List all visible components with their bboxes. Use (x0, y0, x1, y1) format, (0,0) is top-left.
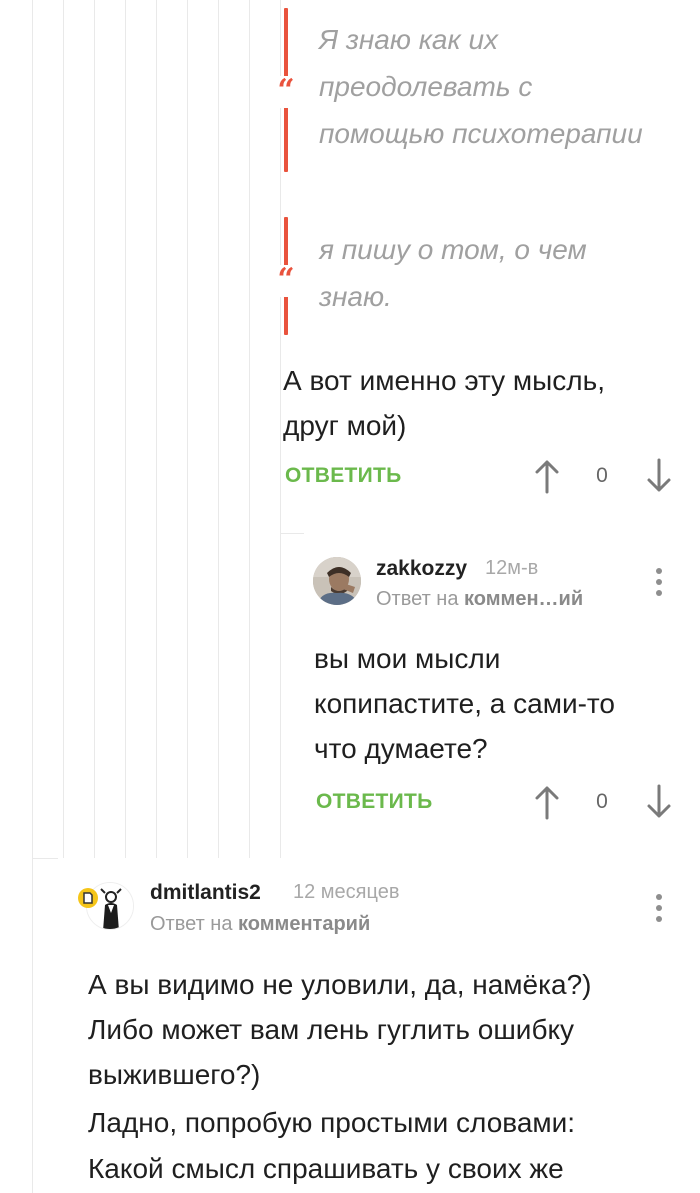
downvote-button[interactable] (644, 456, 674, 496)
thread-line (249, 0, 250, 858)
comment-time: 12 месяцев (293, 881, 400, 903)
comment-body-line: Либо может вам лень гуглить ошибку (88, 1014, 575, 1045)
quote-text-line: преодолевать с (319, 71, 533, 102)
thread-line (32, 0, 33, 1193)
comment-body-line: копипастите, а сами-то (314, 688, 615, 719)
author-name[interactable]: dmitlantis2 (150, 881, 261, 905)
reply-to-link[interactable]: коммен…ий (464, 588, 583, 610)
reply-button[interactable]: ОТВЕТИТЬ (285, 464, 402, 488)
downvote-button[interactable] (644, 782, 674, 822)
upvote-button[interactable] (532, 456, 562, 496)
reply-to-link[interactable]: комментарий (238, 913, 370, 935)
arrow-down-icon (647, 458, 671, 492)
comment-body-line: А вы видимо не уловили, да, намёка?) (88, 969, 592, 1000)
thread-line (218, 0, 219, 858)
more-vertical-icon (656, 894, 662, 900)
comment-body-line: Ладно, попробую простыми словами: (88, 1107, 576, 1138)
author-name[interactable]: zakkozzy (376, 557, 467, 581)
thread-elbow (32, 858, 58, 859)
comment-actions: ОТВЕТИТЬ 0 (0, 782, 700, 822)
quote-mark-icon: “ (273, 265, 299, 297)
quote-text-line: я пишу о том, о чем (319, 234, 587, 265)
comment-body-line: выжившего?) (88, 1059, 261, 1090)
comment-time: 12м-в (485, 557, 539, 579)
vote-score: 0 (596, 790, 608, 813)
thread-line (125, 0, 126, 858)
thread-line (63, 0, 64, 858)
reply-to-prefix: Ответ на (376, 588, 459, 610)
upvote-button[interactable] (532, 782, 562, 822)
comment-body-line: Какой смысл спрашивать у своих же (88, 1153, 564, 1184)
reply-to: Ответ на коммен…ий (376, 588, 583, 611)
quote-text-line: помощью психотерапии (319, 118, 643, 149)
quote-mark-icon: “ (273, 76, 299, 108)
reply-button[interactable]: ОТВЕТИТЬ (316, 790, 433, 814)
more-options-button[interactable] (647, 564, 671, 600)
thread-line (94, 0, 95, 858)
more-options-button[interactable] (647, 890, 671, 926)
more-vertical-icon (656, 568, 662, 574)
comment-body-line: друг мой) (283, 410, 407, 441)
thread-line (187, 0, 188, 858)
more-dot (656, 579, 662, 585)
more-dot (656, 916, 662, 922)
thread-elbow (280, 533, 304, 534)
arrow-up-icon (535, 460, 559, 494)
user-badge (78, 888, 98, 908)
quote-text-line: знаю. (319, 281, 392, 312)
arrow-up-icon (535, 786, 559, 820)
avatar[interactable] (313, 557, 361, 605)
comment-body-line: А вот именно эту мысль, (283, 365, 605, 396)
quote-text-line: Я знаю как их (319, 24, 499, 55)
comment-body-line: что думаете? (314, 733, 488, 764)
thread-line (156, 0, 157, 858)
more-dot (656, 590, 662, 596)
document-badge-icon (83, 892, 93, 904)
reply-to: Ответ на комментарий (150, 913, 370, 936)
arrow-down-icon (647, 784, 671, 818)
comment-body-line: вы мои мысли (314, 643, 501, 674)
comment-actions: ОТВЕТИТЬ 0 (0, 456, 700, 496)
reply-to-prefix: Ответ на (150, 913, 233, 935)
vote-score: 0 (596, 464, 608, 487)
more-dot (656, 905, 662, 911)
user-photo-icon (313, 557, 361, 605)
